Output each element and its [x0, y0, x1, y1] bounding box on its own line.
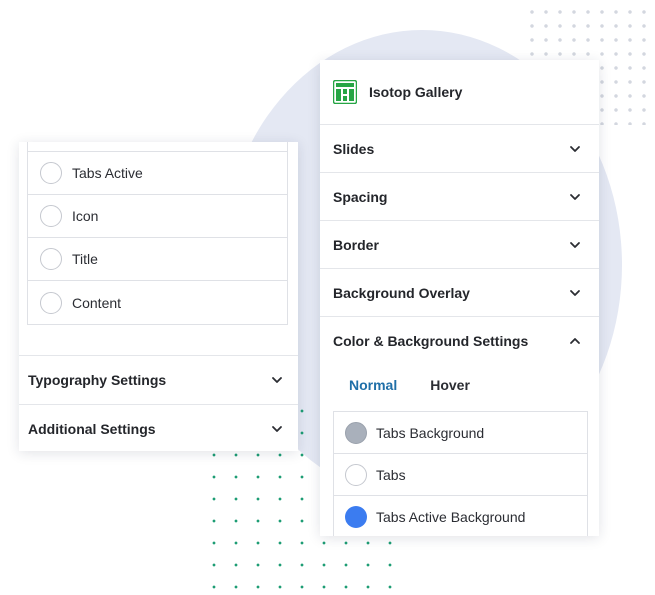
color-swatch[interactable]: [345, 421, 367, 444]
accordion-title: Color & Background Settings: [333, 333, 529, 349]
radio-item-label: Tabs Active: [72, 165, 143, 181]
list-top-edge: [28, 142, 287, 152]
gallery-grid-icon: [333, 80, 357, 104]
color-swatch[interactable]: [345, 505, 367, 528]
color-swatch[interactable]: [345, 463, 367, 486]
radio-item-label: Content: [72, 294, 122, 311]
radio-circle[interactable]: [40, 248, 62, 270]
radio-item-icon[interactable]: Icon: [28, 195, 287, 238]
color-row-label: Tabs: [376, 466, 406, 483]
widget-title: Isotop Gallery: [369, 84, 463, 100]
radio-item-label: Title: [72, 251, 98, 267]
accordion-color-background-settings[interactable]: Color & Background Settings: [320, 317, 599, 365]
left-settings-panel: Tabs Active Icon Title Content Typograph…: [19, 142, 298, 451]
radio-item-content[interactable]: Content: [28, 281, 287, 324]
color-row-tabs[interactable]: Tabs: [334, 454, 587, 496]
chevron-down-icon: [570, 241, 580, 248]
tab-normal[interactable]: Normal: [349, 377, 397, 393]
color-row-tabs-active-background[interactable]: Tabs Active Background: [334, 496, 587, 536]
section-additional-settings[interactable]: Additional Settings: [19, 404, 298, 453]
right-settings-panel: Isotop Gallery Slides Spacing Border Bac…: [320, 60, 599, 536]
state-tabs: Normal Hover: [320, 365, 599, 405]
chevron-down-icon: [570, 193, 580, 200]
accordion-title: Background Overlay: [333, 284, 470, 301]
element-list-box: Tabs Active Icon Title Content: [27, 142, 288, 325]
chevron-down-icon: [272, 426, 282, 432]
chevron-down-icon: [570, 145, 580, 152]
color-row-label: Tabs Active Background: [376, 508, 526, 525]
radio-circle[interactable]: [40, 162, 62, 184]
tab-hover[interactable]: Hover: [430, 377, 470, 393]
accordion-slides[interactable]: Slides: [320, 125, 599, 173]
chevron-up-icon: [570, 338, 580, 344]
section-typography-settings[interactable]: Typography Settings: [19, 355, 298, 404]
accordion-title: Spacing: [333, 188, 388, 205]
accordion-title: Border: [333, 236, 379, 253]
radio-item-tabs-active[interactable]: Tabs Active: [28, 152, 287, 195]
color-settings-list: Tabs Background Tabs Tabs Active Backgro…: [333, 411, 588, 536]
accordion-title: Slides: [333, 140, 375, 157]
widget-header: Isotop Gallery: [320, 60, 599, 125]
chevron-down-icon: [272, 377, 282, 383]
radio-circle[interactable]: [40, 291, 62, 314]
section-title: Typography Settings: [28, 372, 167, 388]
color-row-label: Tabs Background: [376, 424, 485, 441]
color-row-tabs-background[interactable]: Tabs Background: [334, 412, 587, 454]
radio-circle[interactable]: [40, 205, 62, 227]
chevron-down-icon: [570, 289, 580, 296]
accordion-spacing[interactable]: Spacing: [320, 173, 599, 221]
radio-item-label: Icon: [72, 208, 99, 224]
section-title: Additional Settings: [28, 421, 156, 437]
accordion-background-overlay[interactable]: Background Overlay: [320, 269, 599, 317]
radio-item-title[interactable]: Title: [28, 238, 287, 281]
accordion-border[interactable]: Border: [320, 221, 599, 269]
